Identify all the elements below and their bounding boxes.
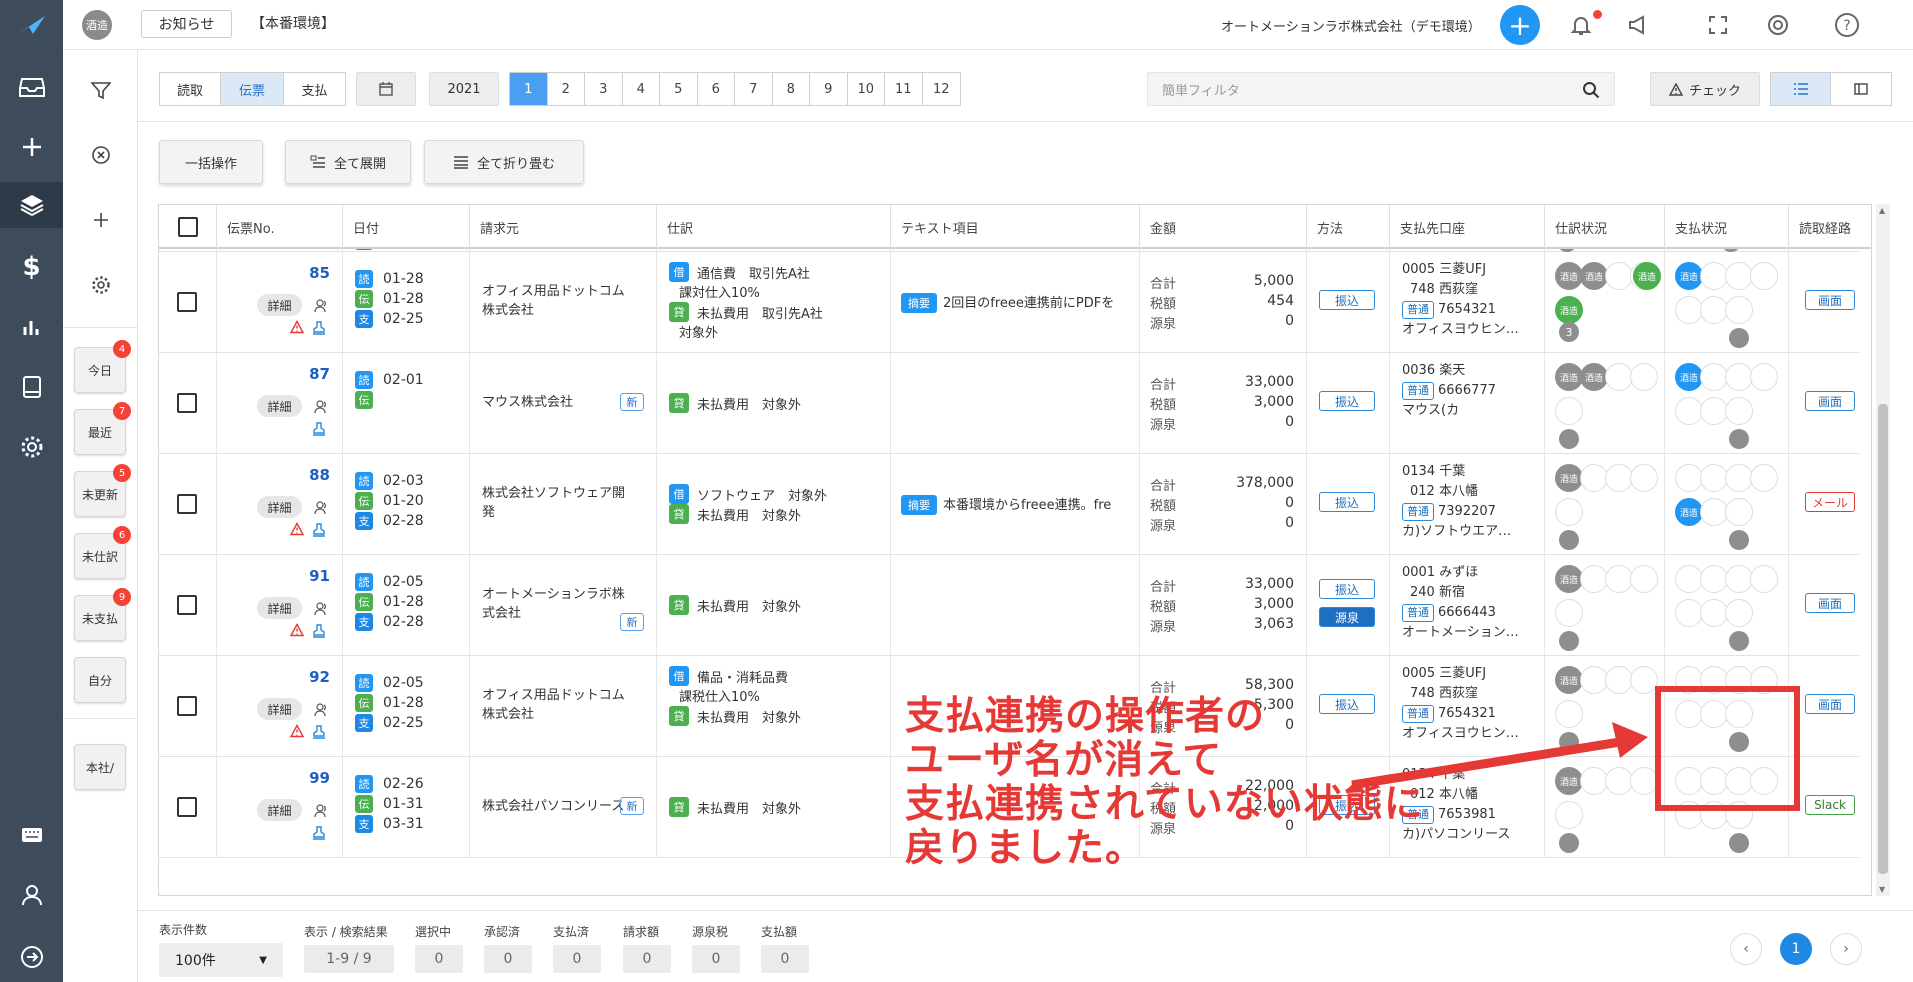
status-avatar: 酒造 [1633,262,1661,290]
annotation-text: 支払連携の操作者の ユーザ名が消えて 支払連携されていない状態に 戻りました。 [905,694,1424,871]
annotation-highlight-box [1655,686,1800,811]
